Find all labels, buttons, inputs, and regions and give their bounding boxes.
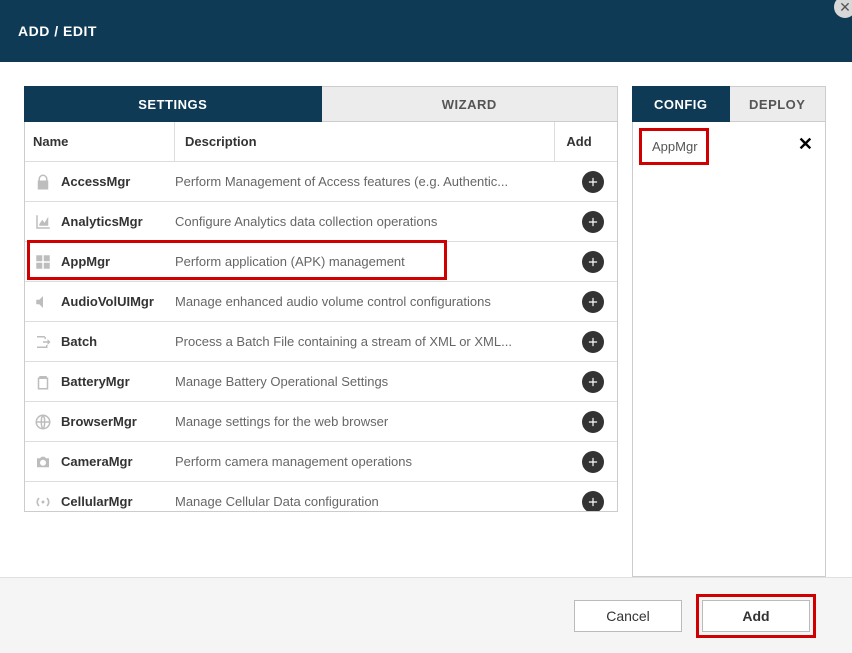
add-row-button[interactable]: [582, 291, 604, 313]
table-header: Name Description Add: [25, 122, 617, 162]
settings-table: Name Description Add AccessMgrPerform Ma…: [24, 122, 618, 512]
tab-deploy[interactable]: DEPLOY: [730, 86, 827, 122]
row-description: Perform camera management operations: [175, 454, 569, 469]
speaker-icon: [25, 293, 61, 311]
config-item-label: AppMgr: [652, 139, 698, 154]
add-row-button[interactable]: [582, 331, 604, 353]
table-row[interactable]: AccessMgrPerform Management of Access fe…: [25, 162, 617, 202]
table-row[interactable]: BatchProcess a Batch File containing a s…: [25, 322, 617, 362]
table-row[interactable]: CameraMgrPerform camera management opera…: [25, 442, 617, 482]
row-add: [569, 291, 617, 313]
globe-icon: [25, 413, 61, 431]
cancel-button[interactable]: Cancel: [574, 600, 682, 632]
row-add: [569, 251, 617, 273]
left-tabs: SETTINGS WIZARD: [24, 86, 618, 122]
col-description: Description: [175, 122, 555, 161]
row-name: AudioVolUIMgr: [61, 294, 175, 309]
grid-icon: [25, 253, 61, 271]
modal-body: SETTINGS WIZARD Name Description Add Acc…: [0, 62, 852, 577]
row-description: Perform application (APK) management: [175, 254, 569, 269]
table-row[interactable]: AudioVolUIMgrManage enhanced audio volum…: [25, 282, 617, 322]
modal-title: ADD / EDIT: [18, 23, 97, 39]
add-row-button[interactable]: [582, 211, 604, 233]
batch-icon: [25, 333, 61, 351]
row-name: Batch: [61, 334, 175, 349]
config-item-appmgr[interactable]: AppMgr: [639, 128, 709, 165]
col-name: Name: [25, 122, 175, 161]
add-row-button[interactable]: [582, 171, 604, 193]
row-name: CellularMgr: [61, 494, 175, 509]
row-name: AppMgr: [61, 254, 175, 269]
row-description: Process a Batch File containing a stream…: [175, 334, 569, 349]
camera-icon: [25, 453, 61, 471]
add-edit-modal: ✕ ADD / EDIT SETTINGS WIZARD Name Descri…: [0, 0, 852, 653]
add-row-button[interactable]: [582, 251, 604, 273]
right-tabs: CONFIG DEPLOY: [632, 86, 826, 122]
tab-wizard[interactable]: WIZARD: [322, 86, 619, 122]
add-button[interactable]: Add: [702, 600, 810, 632]
table-row[interactable]: AppMgrPerform application (APK) manageme…: [25, 242, 617, 282]
row-add: [569, 491, 617, 512]
row-description: Manage enhanced audio volume control con…: [175, 294, 569, 309]
add-row-button[interactable]: [582, 411, 604, 433]
tab-config[interactable]: CONFIG: [632, 86, 730, 122]
modal-footer: Cancel Add: [0, 577, 852, 653]
row-add: [569, 411, 617, 433]
table-row[interactable]: AnalyticsMgrConfigure Analytics data col…: [25, 202, 617, 242]
table-row[interactable]: BatteryMgrManage Battery Operational Set…: [25, 362, 617, 402]
add-row-button[interactable]: [582, 371, 604, 393]
cell-icon: [25, 493, 61, 511]
row-name: AnalyticsMgr: [61, 214, 175, 229]
battery-icon: [25, 373, 61, 391]
table-body[interactable]: AccessMgrPerform Management of Access fe…: [25, 162, 617, 511]
lock-icon: [25, 173, 61, 191]
row-add: [569, 171, 617, 193]
chart-icon: [25, 213, 61, 231]
table-row[interactable]: BrowserMgrManage settings for the web br…: [25, 402, 617, 442]
row-add: [569, 211, 617, 233]
modal-header: ADD / EDIT: [0, 0, 852, 62]
tab-settings[interactable]: SETTINGS: [24, 86, 322, 122]
row-description: Manage Cellular Data configuration: [175, 494, 569, 509]
row-name: BrowserMgr: [61, 414, 175, 429]
col-add: Add: [555, 122, 603, 161]
row-name: AccessMgr: [61, 174, 175, 189]
settings-pane: SETTINGS WIZARD Name Description Add Acc…: [24, 86, 618, 577]
add-row-button[interactable]: [582, 491, 604, 512]
row-add: [569, 331, 617, 353]
config-list: AppMgr ✕: [632, 122, 826, 577]
table-row[interactable]: CellularMgrManage Cellular Data configur…: [25, 482, 617, 511]
row-name: BatteryMgr: [61, 374, 175, 389]
row-add: [569, 371, 617, 393]
row-description: Manage Battery Operational Settings: [175, 374, 569, 389]
row-description: Manage settings for the web browser: [175, 414, 569, 429]
add-row-button[interactable]: [582, 451, 604, 473]
row-description: Configure Analytics data collection oper…: [175, 214, 569, 229]
config-pane: CONFIG DEPLOY AppMgr ✕: [632, 86, 826, 577]
remove-config-icon[interactable]: ✕: [798, 134, 813, 155]
row-description: Perform Management of Access features (e…: [175, 174, 569, 189]
row-add: [569, 451, 617, 473]
row-name: CameraMgr: [61, 454, 175, 469]
add-button-highlight: Add: [696, 594, 816, 638]
